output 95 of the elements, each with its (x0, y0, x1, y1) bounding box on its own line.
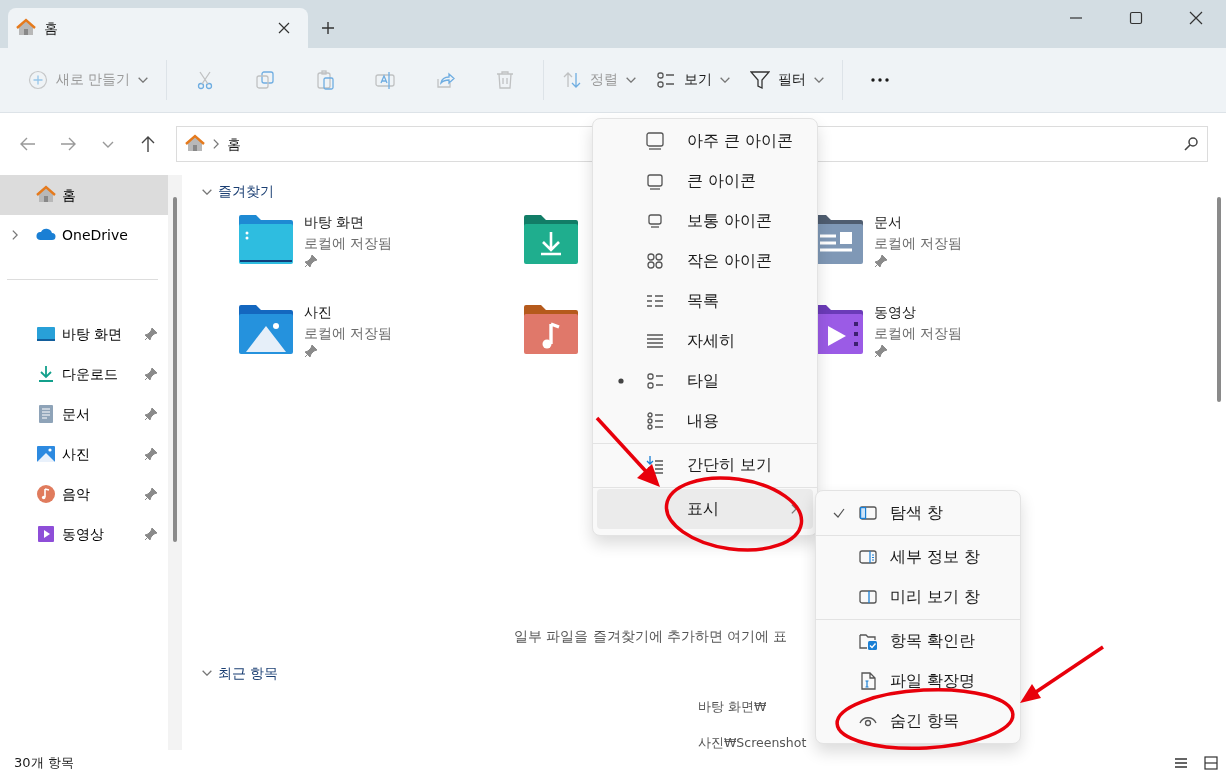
pin-icon (144, 327, 158, 342)
item-count: 30개 항목 (14, 753, 75, 772)
download-icon (36, 364, 56, 385)
menu-item[interactable]: 큰 아이콘 (597, 161, 813, 201)
maximize-icon (1129, 11, 1143, 25)
item-location: 로컬에 저장됨 (304, 234, 393, 254)
item-name: 사진 (304, 303, 333, 323)
menu-item[interactable]: 파일 확장명 (820, 661, 1016, 701)
filter-icon (750, 69, 771, 90)
pane-icon (858, 503, 878, 523)
file-path: 사진₩Screenshot (698, 734, 808, 753)
chevron-icon (791, 504, 797, 514)
folder-icon (238, 212, 294, 267)
layout-icon (645, 371, 665, 391)
tab[interactable]: 홈 (8, 8, 308, 48)
tab-title: 홈 (44, 18, 59, 38)
home-icon (16, 18, 36, 38)
menu-item[interactable]: 내용 (597, 401, 813, 441)
item-location: 로컬에 저장됨 (874, 324, 963, 344)
document-icon (36, 404, 56, 425)
picture-folder-icon (238, 302, 294, 357)
chevron-icon (138, 76, 149, 83)
filter-button[interactable]: 필터 (740, 59, 835, 100)
add-icon (28, 69, 48, 90)
sidebar-item[interactable]: 음악 (0, 474, 168, 515)
pin-icon (874, 254, 888, 269)
sidebar-item[interactable]: 동영상 (0, 514, 168, 555)
home-icon (185, 134, 205, 154)
plus-icon (321, 21, 335, 35)
sidebar-item[interactable]: 다운로드 (0, 354, 168, 395)
menu-item[interactable]: 미리 보기 창 (820, 577, 1016, 617)
pin-icon (144, 527, 158, 542)
monitor-icon (645, 211, 665, 231)
sidebar-item[interactable]: 바탕 화면 (0, 314, 168, 355)
pane-icon (858, 547, 878, 567)
pin-icon (144, 447, 158, 462)
chevron-icon (626, 76, 637, 83)
picture-icon (36, 444, 56, 465)
pane-icon (858, 587, 878, 607)
item-location: 로컬에 저장됨 (874, 234, 963, 254)
chevron-icon (720, 76, 731, 83)
chevron-icon (202, 670, 212, 677)
menu-item[interactable]: 자세히 (597, 321, 813, 361)
file-path: 바탕 화면₩ (698, 697, 768, 716)
sidebar-item[interactable]: 문서 (0, 394, 168, 435)
close-icon (1189, 11, 1203, 25)
menu-item[interactable]: 보통 아이콘 (597, 201, 813, 241)
list-icon (1174, 755, 1188, 770)
menu-item[interactable]: 타일 (597, 361, 813, 401)
pin-icon (304, 254, 318, 269)
monitor-icon (645, 131, 665, 151)
chevron-icon (213, 139, 219, 149)
download-folder-icon (523, 212, 579, 267)
close-icon (278, 22, 290, 34)
item-name: 바탕 화면 (304, 213, 366, 233)
empty-message: 일부 파일을 즐겨찾기에 추가하면 여기에 표 (514, 627, 788, 647)
monitor-icon (645, 171, 665, 191)
item-name: 동영상 (874, 303, 917, 323)
compact-icon (645, 455, 665, 475)
file-icon (858, 671, 878, 691)
sidebar-item[interactable]: 사진 (0, 434, 168, 475)
layout-icon (656, 69, 677, 90)
menu-item[interactable]: 작은 아이콘 (597, 241, 813, 281)
search-icon (1183, 136, 1199, 152)
pin-icon (144, 367, 158, 382)
grid-icon (645, 251, 665, 271)
content-icon (645, 411, 665, 431)
details-icon (645, 331, 665, 351)
menu-item[interactable]: 탐색 창 (820, 493, 1016, 533)
view-button[interactable]: 보기 (646, 59, 741, 100)
pin-icon (144, 487, 158, 502)
menu-item[interactable]: 세부 정보 창 (820, 537, 1016, 577)
item-location: 로컬에 저장됨 (304, 324, 393, 344)
video-icon (36, 524, 56, 545)
menu-item[interactable]: 목록 (597, 281, 813, 321)
menu-item[interactable]: 표시 (597, 489, 813, 529)
pin-icon (144, 407, 158, 422)
menu-item[interactable]: 숨긴 항목 (820, 701, 1016, 741)
checkbox-folder-icon (858, 631, 878, 651)
minimize-icon (1070, 17, 1082, 19)
breadcrumb-item[interactable]: 홈 (227, 133, 241, 155)
sidebar-item[interactable]: 홈 (0, 175, 168, 216)
music-icon (36, 484, 56, 505)
menu-item[interactable]: 간단히 보기 (597, 445, 813, 485)
tiles-icon (1204, 755, 1218, 770)
pin-icon (304, 344, 318, 359)
music-folder-icon (523, 302, 579, 357)
annotation-arrow (595, 416, 660, 487)
chevron-icon (102, 140, 114, 148)
item-name: 문서 (874, 213, 903, 233)
chevron-icon (814, 76, 825, 83)
pin-icon (874, 344, 888, 359)
sidebar-item[interactable]: OneDrive (0, 215, 168, 256)
menu-item[interactable]: 항목 확인란 (820, 621, 1016, 661)
chevron-icon (202, 188, 212, 195)
